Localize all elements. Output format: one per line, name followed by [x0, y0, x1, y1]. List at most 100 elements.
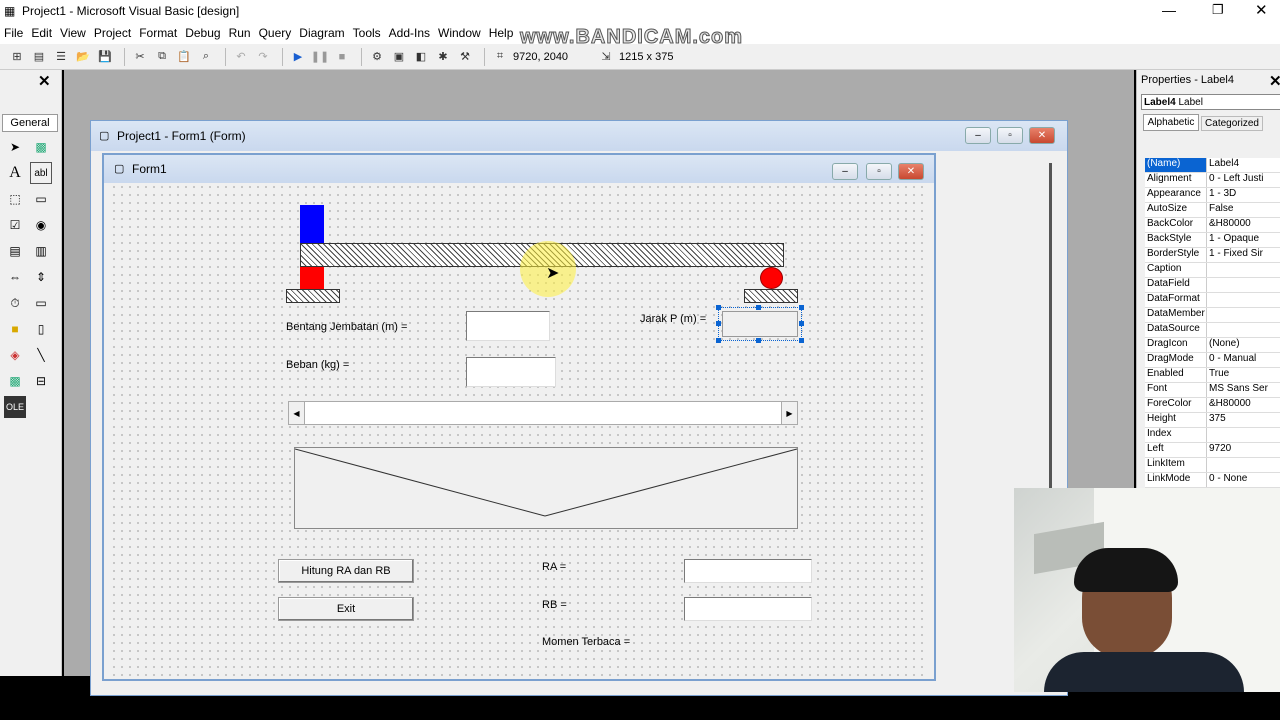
menu-tools[interactable]: Tools: [353, 26, 381, 40]
selection-handle[interactable]: [716, 305, 721, 310]
ra-output[interactable]: [684, 559, 812, 583]
toolbox-icon[interactable]: ⚒: [456, 48, 474, 66]
undo-icon[interactable]: ↶: [232, 48, 250, 66]
cut-icon[interactable]: ✂: [131, 48, 149, 66]
picturebox-icon[interactable]: ▩: [30, 136, 52, 158]
menu-debug[interactable]: Debug: [185, 26, 220, 40]
property-value[interactable]: MS Sans Ser: [1207, 383, 1280, 397]
property-row[interactable]: DragIcon (None): [1145, 338, 1280, 353]
menu-window[interactable]: Window: [438, 26, 481, 40]
property-value[interactable]: 0 - Manual: [1207, 353, 1280, 367]
optionbutton-tool-icon[interactable]: ◉: [30, 214, 52, 236]
designer-scrollbar[interactable]: [1049, 163, 1052, 503]
label-tool-icon[interactable]: A: [4, 162, 26, 184]
filelistbox-tool-icon[interactable]: ▯: [30, 318, 52, 340]
open-icon[interactable]: 📂: [74, 48, 92, 66]
ole-tool-icon[interactable]: OLE: [4, 396, 26, 418]
property-row[interactable]: DataField: [1145, 278, 1280, 293]
property-row[interactable]: DataFormat: [1145, 293, 1280, 308]
property-row[interactable]: Alignment 0 - Left Justi: [1145, 173, 1280, 188]
property-row[interactable]: Index: [1145, 428, 1280, 443]
redo-icon[interactable]: ↷: [254, 48, 272, 66]
object-selector[interactable]: Label4 Label: [1141, 94, 1280, 110]
restore-icon[interactable]: ❐: [1212, 2, 1224, 18]
close-icon[interactable]: ✕: [1255, 1, 1268, 19]
property-row[interactable]: DragMode 0 - Manual: [1145, 353, 1280, 368]
selection-handle[interactable]: [799, 338, 804, 343]
property-row[interactable]: Appearance 1 - 3D: [1145, 188, 1280, 203]
bentang-input[interactable]: [466, 311, 550, 341]
designer-maximize-button[interactable]: ▫: [997, 127, 1023, 144]
toolbox-tab-general[interactable]: General: [2, 114, 58, 132]
menu-diagram[interactable]: Diagram: [299, 26, 344, 40]
menu-help[interactable]: Help: [489, 26, 514, 40]
selection-handle[interactable]: [716, 321, 721, 326]
add-project-icon[interactable]: ⊞: [8, 48, 26, 66]
property-value[interactable]: 1 - Opaque: [1207, 233, 1280, 247]
property-row[interactable]: DataMember: [1145, 308, 1280, 323]
property-row[interactable]: Left 9720: [1145, 443, 1280, 458]
property-value[interactable]: &H80000: [1207, 398, 1280, 412]
form1-minimize-button[interactable]: –: [832, 163, 858, 180]
end-icon[interactable]: ■: [333, 48, 351, 66]
properties-close-icon[interactable]: ✕: [1269, 72, 1280, 90]
property-value[interactable]: 1 - Fixed Sir: [1207, 248, 1280, 262]
save-icon[interactable]: 💾: [96, 48, 114, 66]
copy-icon[interactable]: ⧉: [153, 48, 171, 66]
form1-close-button[interactable]: ✕: [898, 163, 924, 180]
load-block-blue[interactable]: [300, 205, 324, 243]
property-value[interactable]: (None): [1207, 338, 1280, 352]
property-value[interactable]: 9720: [1207, 443, 1280, 457]
form-layout-icon[interactable]: ◧: [412, 48, 430, 66]
menu-addins[interactable]: Add-Ins: [389, 26, 430, 40]
property-value[interactable]: 1 - 3D: [1207, 188, 1280, 202]
project-explorer-icon[interactable]: ⚙: [368, 48, 386, 66]
property-row[interactable]: Caption: [1145, 263, 1280, 278]
selection-handle[interactable]: [756, 338, 761, 343]
image-tool-icon[interactable]: ▩: [4, 370, 26, 392]
scroll-left-arrow-icon[interactable]: ◀: [289, 402, 305, 424]
tab-categorized[interactable]: Categorized: [1201, 116, 1263, 131]
property-row[interactable]: AutoSize False: [1145, 203, 1280, 218]
property-value[interactable]: False: [1207, 203, 1280, 217]
property-row[interactable]: LinkMode 0 - None: [1145, 473, 1280, 488]
properties-window-icon[interactable]: ▣: [390, 48, 408, 66]
property-value[interactable]: True: [1207, 368, 1280, 382]
selection-handle[interactable]: [799, 321, 804, 326]
paste-icon[interactable]: 📋: [175, 48, 193, 66]
property-value[interactable]: &H80000: [1207, 218, 1280, 232]
tab-alphabetic[interactable]: Alphabetic: [1143, 114, 1199, 131]
drivelistbox-tool-icon[interactable]: ▭: [30, 292, 52, 314]
checkbox-tool-icon[interactable]: ☑: [4, 214, 26, 236]
shape-tool-icon[interactable]: ◈: [4, 344, 26, 366]
menu-project[interactable]: Project: [94, 26, 131, 40]
find-icon[interactable]: ⌕: [197, 48, 215, 66]
property-value[interactable]: [1207, 308, 1280, 322]
break-icon[interactable]: ❚❚: [311, 48, 329, 66]
support-b-roller[interactable]: [760, 267, 783, 289]
support-b-base[interactable]: [744, 289, 798, 303]
designer-close-button[interactable]: ✕: [1029, 127, 1055, 144]
property-row[interactable]: DataSource: [1145, 323, 1280, 338]
selection-handle[interactable]: [799, 305, 804, 310]
toolbox-close-icon[interactable]: ✕: [38, 72, 51, 90]
property-value[interactable]: 0 - Left Justi: [1207, 173, 1280, 187]
property-value[interactable]: 0 - None: [1207, 473, 1280, 487]
property-row[interactable]: ForeColor &H80000: [1145, 398, 1280, 413]
menu-view[interactable]: View: [60, 26, 86, 40]
property-value[interactable]: 375: [1207, 413, 1280, 427]
support-a-red[interactable]: [300, 267, 324, 289]
selection-handle[interactable]: [716, 338, 721, 343]
property-value[interactable]: [1207, 278, 1280, 292]
dirlistbox-tool-icon[interactable]: ■: [4, 318, 26, 340]
property-value[interactable]: Label4: [1207, 158, 1280, 172]
minimize-icon[interactable]: —: [1162, 2, 1176, 18]
selection-handle[interactable]: [756, 305, 761, 310]
property-value[interactable]: [1207, 263, 1280, 277]
menu-run[interactable]: Run: [229, 26, 251, 40]
property-row[interactable]: (Name) Label4: [1145, 158, 1280, 173]
property-row[interactable]: Font MS Sans Ser: [1145, 383, 1280, 398]
property-row[interactable]: BorderStyle 1 - Fixed Sir: [1145, 248, 1280, 263]
menu-file[interactable]: File: [4, 26, 23, 40]
rb-output[interactable]: [684, 597, 812, 621]
